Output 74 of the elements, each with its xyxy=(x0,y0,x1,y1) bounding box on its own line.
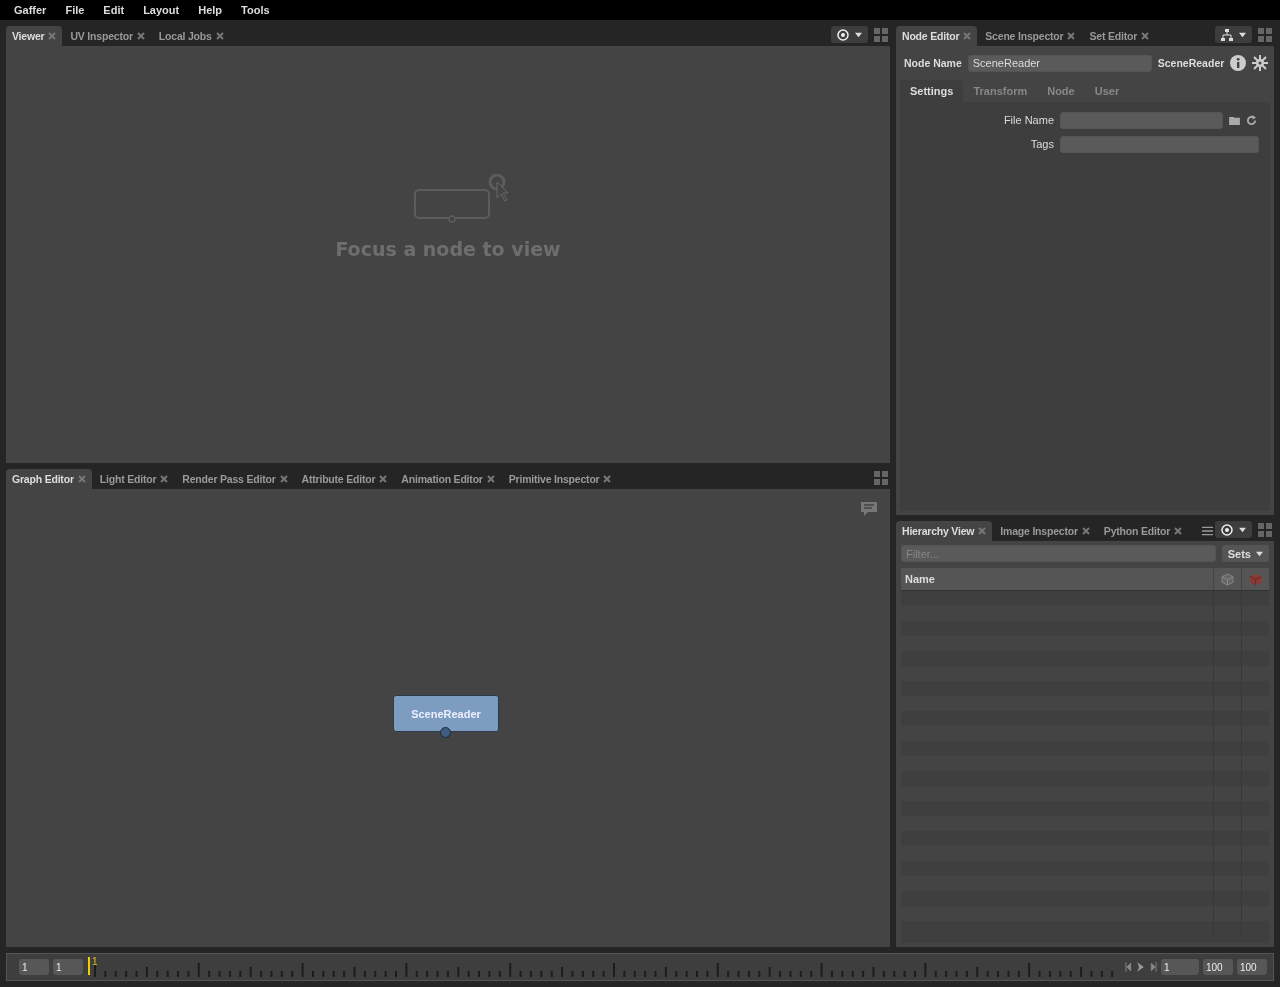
cube-icon[interactable] xyxy=(1221,572,1234,586)
target-icon xyxy=(1221,523,1233,536)
panel-tab[interactable]: Node Editor xyxy=(896,26,978,46)
layout-icon[interactable] xyxy=(874,470,888,485)
panel-tab[interactable]: Light Editor xyxy=(93,469,175,489)
close-icon[interactable] xyxy=(1067,32,1076,40)
close-icon[interactable] xyxy=(963,32,972,40)
panel-tab[interactable]: Set Editor xyxy=(1083,26,1156,46)
frame-number: 1 xyxy=(92,956,98,967)
panel-tab[interactable]: Image Inspector xyxy=(994,521,1096,541)
panel-tab[interactable]: Hierarchy View xyxy=(896,521,993,541)
focus-dropdown[interactable] xyxy=(1215,521,1252,538)
close-icon[interactable] xyxy=(978,527,987,535)
layout-icon[interactable] xyxy=(1258,522,1272,537)
range-start-field[interactable]: 1 xyxy=(53,959,83,975)
target-icon xyxy=(837,28,849,41)
file-name-field[interactable] xyxy=(1060,111,1223,129)
caret-icon xyxy=(855,31,862,38)
caret-icon xyxy=(1239,526,1246,533)
close-icon[interactable] xyxy=(1141,32,1150,40)
panel-tab[interactable]: Local Jobs xyxy=(152,26,230,46)
node-name-label: Node Name xyxy=(904,57,962,69)
close-icon[interactable] xyxy=(603,475,612,483)
layout-icon[interactable] xyxy=(874,27,888,42)
end-frame-field[interactable]: 100 xyxy=(1237,959,1267,975)
output-plug[interactable] xyxy=(440,727,451,738)
menu-item[interactable]: Gaffer xyxy=(14,4,47,16)
panel-tab[interactable]: UV Inspector xyxy=(64,26,151,46)
node-name-field[interactable]: SceneReader xyxy=(967,54,1152,72)
caret-icon xyxy=(1239,31,1246,38)
panel-tab[interactable]: Primitive Inspector xyxy=(502,469,618,489)
close-icon[interactable] xyxy=(160,475,169,483)
info-icon[interactable] xyxy=(1230,55,1247,71)
close-icon[interactable] xyxy=(136,32,145,40)
hierarchy-icon xyxy=(1221,28,1233,41)
layout-icon[interactable] xyxy=(1258,27,1272,42)
panel-tab[interactable]: Render Pass Editor xyxy=(176,469,294,489)
field-label: Tags xyxy=(1029,138,1054,150)
field-label: File Name xyxy=(1002,114,1054,126)
hierarchy-dropdown[interactable] xyxy=(1215,26,1252,43)
close-icon[interactable] xyxy=(486,475,495,483)
close-icon[interactable] xyxy=(215,32,224,40)
panel-tab[interactable]: Animation Editor xyxy=(395,469,501,489)
settings-icon[interactable] xyxy=(1252,55,1269,71)
menu-item[interactable]: File xyxy=(65,4,85,16)
close-icon[interactable] xyxy=(77,475,86,483)
menu-item[interactable]: Tools xyxy=(241,4,270,16)
menu-item[interactable]: Help xyxy=(198,4,223,16)
panel-tab[interactable]: Viewer xyxy=(6,26,63,46)
sets-dropdown[interactable]: Sets xyxy=(1221,545,1269,562)
node-type-label: SceneReader xyxy=(1157,57,1225,69)
folder-icon[interactable] xyxy=(1229,115,1240,125)
section-tab[interactable]: Settings xyxy=(900,80,964,102)
tags-field[interactable] xyxy=(1060,135,1259,153)
start-frame-field[interactable]: 1 xyxy=(19,959,49,975)
range-end-field[interactable]: 100 xyxy=(1203,959,1233,975)
panel-tab[interactable]: Graph Editor xyxy=(6,469,92,489)
transport-controls[interactable] xyxy=(1125,961,1157,973)
close-icon[interactable] xyxy=(1174,527,1183,535)
focus-dropdown[interactable] xyxy=(831,26,868,43)
panel-tab[interactable]: Attribute Editor xyxy=(295,469,394,489)
menu-icon[interactable] xyxy=(1202,526,1213,536)
close-icon[interactable] xyxy=(48,32,57,40)
menu-item[interactable]: Edit xyxy=(103,4,125,16)
close-icon[interactable] xyxy=(1081,527,1090,535)
panel-tab[interactable]: Scene Inspector xyxy=(979,26,1082,46)
panel-tab[interactable]: Python Editor xyxy=(1097,521,1189,541)
menu-item[interactable]: Layout xyxy=(143,4,180,16)
close-icon[interactable] xyxy=(379,475,388,483)
refresh-icon[interactable] xyxy=(1246,114,1257,126)
close-icon[interactable] xyxy=(279,475,288,483)
caret-icon xyxy=(1256,550,1263,557)
current-frame-field[interactable]: 1 xyxy=(1161,959,1199,975)
annotation-icon[interactable] xyxy=(860,501,878,517)
